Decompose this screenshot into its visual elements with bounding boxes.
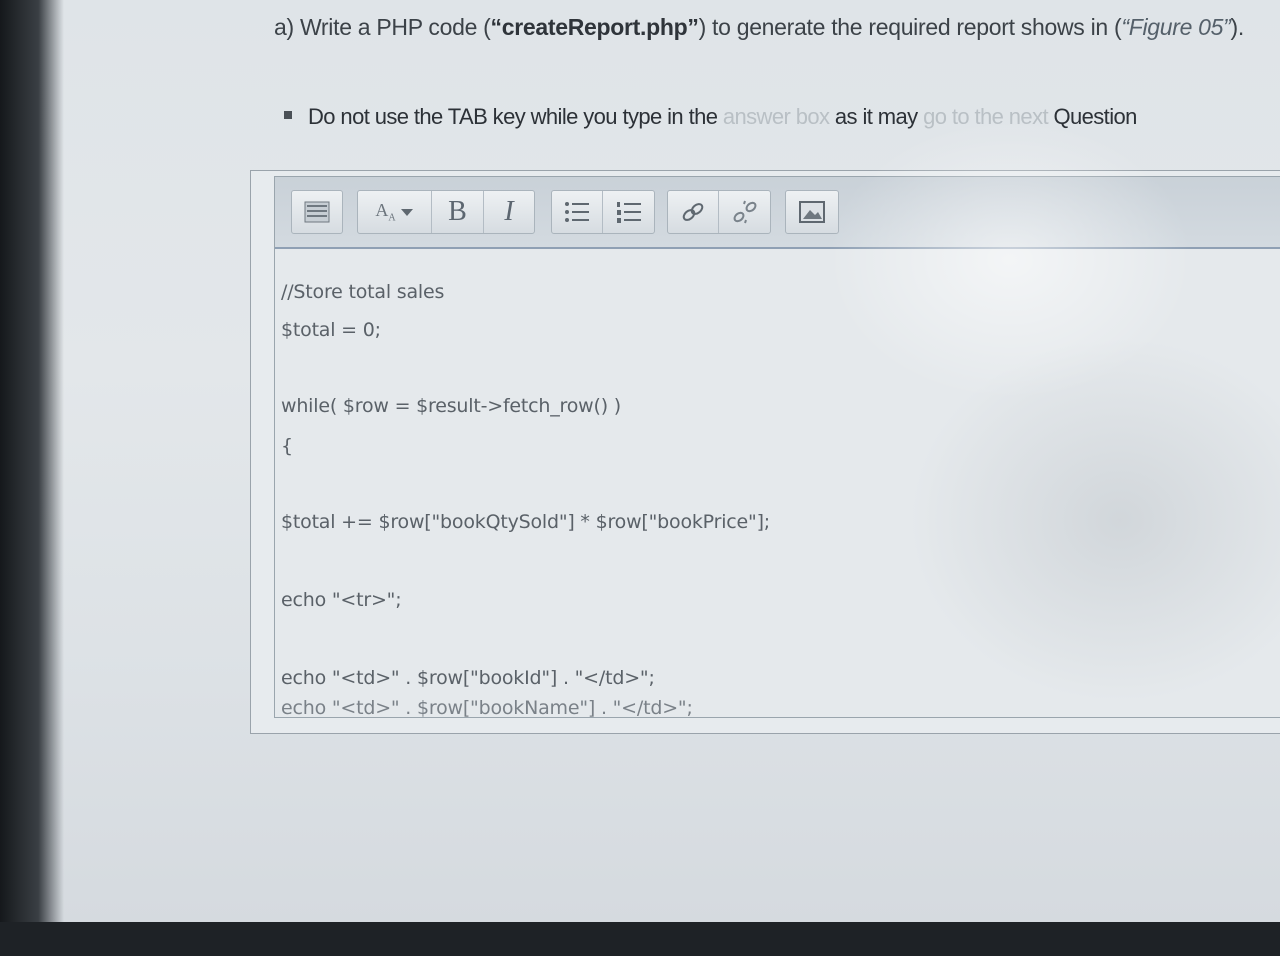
italic-button[interactable]: I [484, 191, 534, 233]
toolbar-group-toggle [291, 190, 343, 234]
unordered-list-icon [565, 202, 589, 222]
code-line: echo "<td>" . $row["bookName"] . "</td>"… [281, 697, 693, 717]
ordered-list-button[interactable] [603, 191, 654, 233]
image-icon [799, 201, 825, 223]
insert-image-button[interactable] [786, 191, 838, 233]
chevron-down-icon [400, 209, 413, 216]
code-line: while( $row = $result->fetch_row() ) [281, 395, 621, 417]
italic-icon: I [504, 196, 514, 227]
code-line: echo "<tr>"; [281, 589, 402, 611]
toggle-toolbar-button[interactable] [292, 191, 342, 233]
monitor-bezel-bottom [0, 922, 1280, 956]
toolbar-group-media [785, 190, 839, 234]
code-line: echo "<td>" . $row["bookId"] . "</td>"; [281, 667, 655, 689]
editor-toolbar: AA B I [275, 177, 1280, 249]
unlink-button[interactable] [719, 191, 770, 233]
bullet-icon [284, 111, 292, 120]
unlink-icon [733, 200, 756, 224]
link-icon [682, 203, 704, 221]
question-filename: “createReport.php” [490, 14, 699, 40]
font-icon: AA [375, 200, 396, 224]
code-line: $total += $row["bookQtySold"] * $row["bo… [281, 511, 770, 533]
unordered-list-button[interactable] [552, 191, 603, 233]
code-line: { [281, 435, 293, 457]
question-text: a) Write a PHP code (“createReport.php”)… [274, 14, 1244, 40]
font-size-button[interactable]: AA [358, 191, 432, 233]
question-figure-ref: “Figure 05” [1121, 14, 1231, 40]
editor-content[interactable]: //Store total sales $total = 0; while( $… [275, 253, 1280, 717]
toolbar-group-links [667, 190, 771, 234]
toolbar-group-format: AA B I [357, 190, 535, 234]
bold-button[interactable]: B [432, 191, 484, 233]
ordered-list-icon [616, 202, 641, 223]
code-line: //Store total sales [281, 281, 445, 303]
keyboard-icon [304, 201, 330, 223]
toolbar-group-lists [551, 190, 655, 234]
instruction-bullet: Do not use the TAB key while you type in… [284, 104, 1137, 130]
answer-editor[interactable]: AA B I //Store total sales $total = 0; w… [274, 176, 1280, 718]
monitor-bezel-left [0, 0, 64, 956]
bold-icon: B [448, 196, 467, 227]
code-line: $total = 0; [281, 319, 381, 341]
link-button[interactable] [668, 191, 719, 233]
